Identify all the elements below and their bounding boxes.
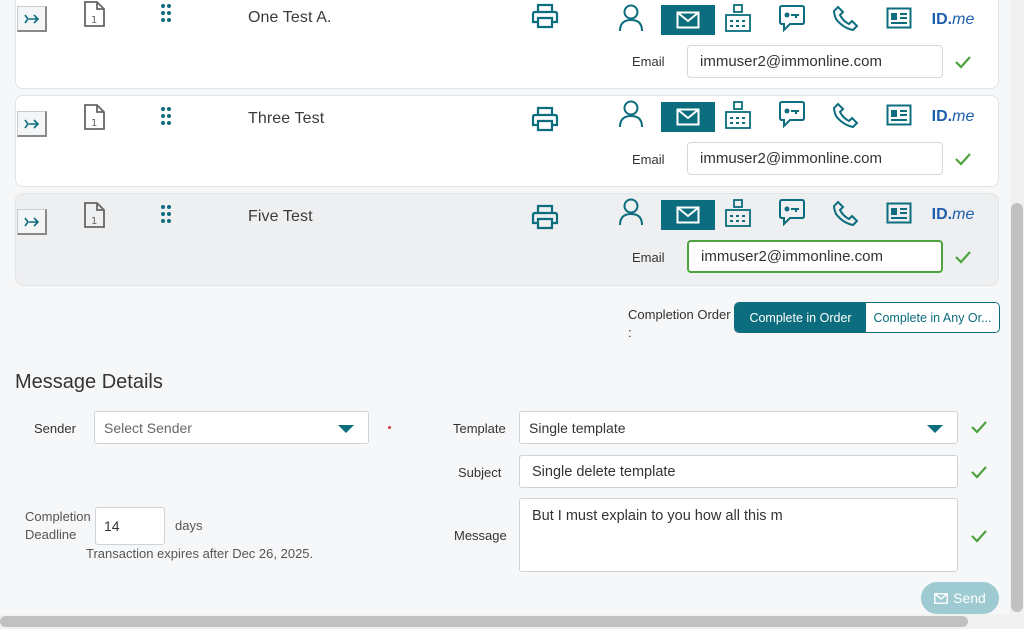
expand-recipient-button[interactable] <box>17 209 47 235</box>
send-label: Send <box>953 590 986 606</box>
idme-id-text: ID. <box>931 108 953 125</box>
required-indicator <box>388 426 391 429</box>
email-label: Email <box>632 152 665 167</box>
recipient-card: 1 Three Test ID. me Email <box>15 95 999 187</box>
person-icon[interactable] <box>604 3 658 33</box>
complete-in-any-order-button[interactable]: Complete in Any Or... <box>866 303 999 332</box>
id-card-icon[interactable] <box>872 100 926 130</box>
idme-me-text: me <box>952 11 975 28</box>
person-icon[interactable] <box>604 99 658 129</box>
completion-order-label: Completion Order : <box>628 306 731 342</box>
horizontal-scrollbar-thumb[interactable] <box>0 616 968 627</box>
fax-icon[interactable] <box>711 3 765 33</box>
idme-me-text: me <box>952 108 975 125</box>
envelope-icon <box>934 592 949 604</box>
id-card-icon[interactable] <box>872 198 926 228</box>
message-label: Message <box>454 528 507 543</box>
completion-deadline-label-line1: Completion <box>25 509 91 524</box>
check-icon <box>971 421 987 434</box>
print-icon[interactable] <box>531 3 559 34</box>
idme-id-text: ID. <box>931 11 953 28</box>
template-value: Single template <box>529 419 626 436</box>
email-label: Email <box>632 54 665 69</box>
fax-icon[interactable] <box>711 100 765 130</box>
sms-icon[interactable] <box>765 3 819 33</box>
check-icon <box>955 56 971 69</box>
expand-recipient-button[interactable] <box>17 6 47 32</box>
idme-logo[interactable]: ID. me <box>926 5 980 35</box>
sms-icon[interactable] <box>765 197 819 227</box>
completion-order-colon: : <box>628 325 632 340</box>
completion-deadline-value: 14 <box>104 518 120 534</box>
print-icon[interactable] <box>531 204 559 235</box>
recipient-email-input[interactable] <box>687 142 943 175</box>
email-icon[interactable] <box>661 200 715 230</box>
email-icon[interactable] <box>661 102 715 132</box>
subject-value: Single delete template <box>532 463 676 480</box>
template-label: Template <box>453 421 506 436</box>
message-details-title: Message Details <box>15 371 163 393</box>
print-icon[interactable] <box>531 106 559 137</box>
document-icon[interactable]: 1 <box>83 202 105 233</box>
complete-in-order-button[interactable]: Complete in Order <box>735 303 866 332</box>
person-icon[interactable] <box>604 197 658 227</box>
template-select[interactable]: Single template <box>519 411 958 444</box>
completion-deadline-label: Completion Deadline <box>25 508 91 544</box>
sender-placeholder: Select Sender <box>104 419 192 436</box>
sender-label: Sender <box>34 421 76 436</box>
drag-handle-icon[interactable] <box>159 3 173 28</box>
arrow-right-icon <box>23 13 39 24</box>
check-icon <box>971 466 987 479</box>
phone-icon[interactable] <box>819 3 873 33</box>
subject-label: Subject <box>458 465 502 480</box>
deadline-expiry-note: Transaction expires after Dec 26, 2025. <box>86 546 314 561</box>
deadline-unit: days <box>175 518 203 533</box>
drag-handle-icon[interactable] <box>159 204 173 229</box>
chevron-down-icon <box>338 425 354 433</box>
email-label: Email <box>632 250 665 265</box>
check-icon <box>955 251 971 264</box>
svg-text:1: 1 <box>91 216 97 227</box>
sms-icon[interactable] <box>765 99 819 129</box>
phone-icon[interactable] <box>819 198 873 228</box>
drag-handle-icon[interactable] <box>159 106 173 131</box>
arrow-right-icon <box>23 216 39 227</box>
send-button[interactable]: Send <box>921 582 999 614</box>
sender-select[interactable]: Select Sender <box>94 411 369 444</box>
recipient-card: 1 Five Test ID. me Email <box>15 193 999 286</box>
message-textarea[interactable]: But I must explain to you how all this m <box>519 498 958 572</box>
arrow-right-icon <box>23 118 39 129</box>
id-card-icon[interactable] <box>872 3 926 33</box>
phone-icon[interactable] <box>819 100 873 130</box>
recipient-email-input[interactable] <box>687 45 943 78</box>
idme-logo[interactable]: ID. me <box>926 200 980 230</box>
idme-me-text: me <box>952 206 975 223</box>
check-icon <box>955 153 971 166</box>
expand-recipient-button[interactable] <box>17 111 47 137</box>
fax-icon[interactable] <box>711 198 765 228</box>
completion-deadline-input[interactable]: 14 <box>95 507 165 545</box>
recipient-name: Three Test <box>248 110 325 127</box>
svg-text:1: 1 <box>91 118 97 129</box>
recipient-name: One Test A. <box>248 9 332 26</box>
email-icon[interactable] <box>661 5 715 35</box>
recipient-email-input[interactable] <box>687 240 943 273</box>
svg-text:1: 1 <box>91 15 97 26</box>
idme-id-text: ID. <box>931 206 953 223</box>
recipient-card: 1 One Test A. ID. me Email <box>15 0 999 89</box>
document-icon[interactable]: 1 <box>83 104 105 135</box>
check-icon <box>971 530 987 543</box>
completion-deadline-label-line2: Deadline <box>25 527 77 542</box>
idme-logo[interactable]: ID. me <box>926 102 980 132</box>
completion-order-label-text: Completion Order <box>628 307 731 322</box>
subject-input[interactable]: Single delete template <box>519 455 958 488</box>
chevron-down-icon <box>927 425 943 433</box>
document-icon[interactable]: 1 <box>83 1 105 32</box>
recipient-name: Five Test <box>248 208 313 225</box>
completion-order-toggle: Complete in Order Complete in Any Or... <box>734 302 1000 333</box>
vertical-scrollbar-thumb[interactable] <box>1011 203 1023 612</box>
message-value: But I must explain to you how all this m <box>532 508 783 524</box>
